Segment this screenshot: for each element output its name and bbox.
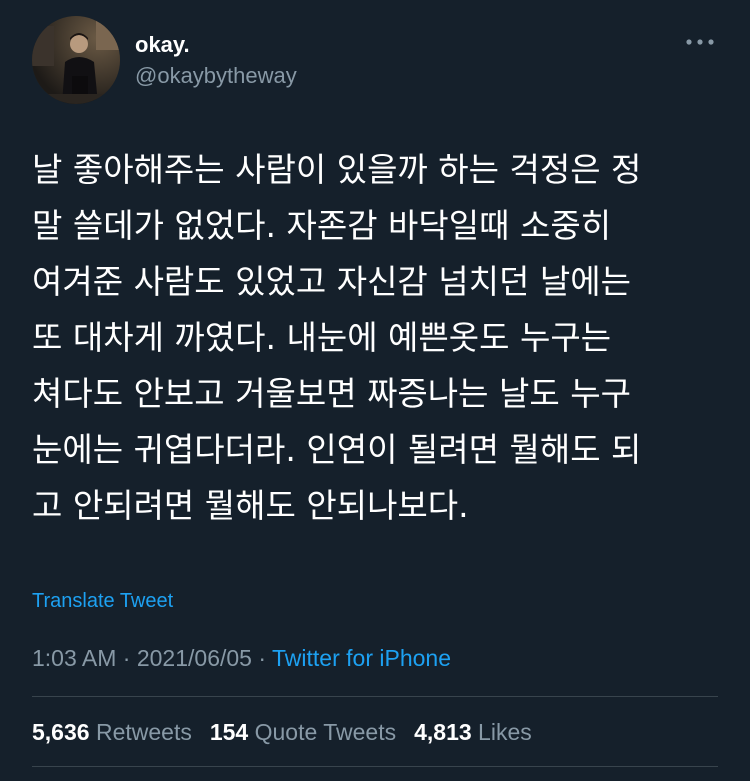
tweet-source-link[interactable]: Twitter for iPhone [272, 645, 451, 671]
tweet-time[interactable]: 1:03 AM [32, 645, 116, 671]
retweets-count: 5,636 [32, 719, 90, 745]
quote-tweets-count: 154 [209, 719, 249, 745]
likes-count: 4,813 [414, 719, 472, 745]
tweet-detail: okay. @okaybytheway 날 좋아해주는 사람이 있을까 하는 걱… [0, 0, 750, 781]
tweet-date[interactable]: 2021/06/05 [137, 645, 252, 671]
profile-photo-icon [32, 16, 120, 104]
retweets-label: Retweets [95, 719, 192, 745]
likes-label: Likes [478, 719, 532, 745]
meta-separator: · [122, 645, 131, 671]
divider [32, 696, 718, 697]
author-display-name[interactable]: okay. [135, 31, 190, 59]
quote-tweets-label: Quote Tweets [254, 719, 397, 745]
more-horizontal-icon [686, 39, 714, 45]
meta-separator: · [258, 645, 267, 671]
translate-tweet-link[interactable]: Translate Tweet [32, 588, 173, 614]
avatar[interactable] [32, 16, 120, 104]
quote-tweets-stat[interactable]: 154 Quote Tweets [210, 717, 396, 747]
tweet-meta: 1:03 AM · 2021/06/05 · Twitter for iPhon… [32, 643, 451, 673]
divider [32, 766, 718, 767]
likes-stat[interactable]: 4,813 Likes [414, 717, 532, 747]
more-button[interactable] [680, 30, 720, 54]
retweets-stat[interactable]: 5,636 Retweets [32, 717, 192, 747]
tweet-stats: 5,636 Retweets 154 Quote Tweets 4,813 Li… [32, 717, 532, 747]
tweet-text: 날 좋아해주는 사람이 있을까 하는 걱정은 정 말 쓸데가 없었다. 자존감 … [32, 150, 642, 525]
author-handle[interactable]: @okaybytheway [135, 62, 297, 90]
